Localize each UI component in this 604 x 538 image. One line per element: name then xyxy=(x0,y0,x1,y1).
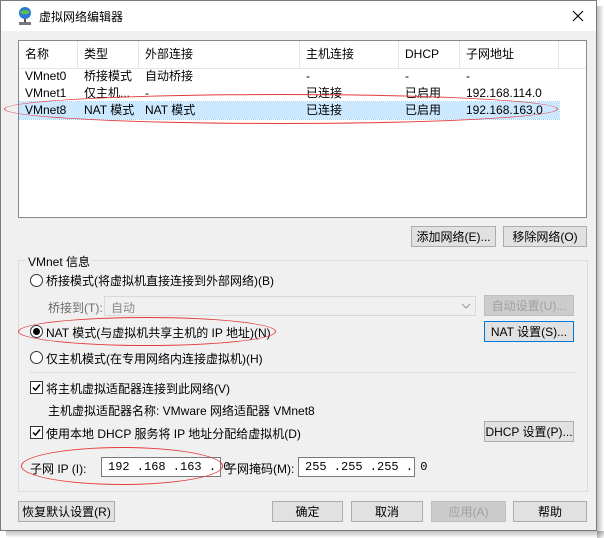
apply-button[interactable]: 应用(A) xyxy=(431,501,506,522)
subnet-ip-label: 子网 IP (I): xyxy=(30,462,87,476)
column-header-dhcp[interactable]: DHCP xyxy=(399,41,460,68)
cell-name: VMnet0 xyxy=(25,69,67,83)
subnet-ip-input[interactable]: 192 .168 .163 . 0 xyxy=(101,457,230,477)
column-header-type[interactable]: 类型 xyxy=(78,41,139,68)
checkmark-icon xyxy=(32,429,41,437)
list-header: 名称 类型 外部连接 主机连接 DHCP 子网地址 xyxy=(19,41,586,69)
close-icon xyxy=(572,10,584,22)
cell-name: VMnet1 xyxy=(25,86,67,100)
cell-external: 自动桥接 xyxy=(145,69,194,83)
cell-type: 仅主机... xyxy=(84,86,131,100)
adapter-name-text: 主机虚拟适配器名称: VMware 网络适配器 VMnet8 xyxy=(48,404,315,418)
window-title: 虚拟网络编辑器 xyxy=(39,10,124,24)
subnet-mask-input[interactable]: 255 .255 .255 . 0 xyxy=(298,457,427,477)
bridge-to-value: 自动 xyxy=(111,301,136,315)
cell-dhcp: 已启用 xyxy=(405,86,442,100)
remove-network-button[interactable]: 移除网络(O) xyxy=(503,226,587,247)
network-globe-icon xyxy=(19,7,31,25)
cell-external: - xyxy=(145,86,149,100)
chevron-down-icon xyxy=(461,303,471,309)
nat-mode-label[interactable]: NAT 模式(与虚拟机共享主机的 IP 地址)(N) xyxy=(46,324,271,341)
cell-type: NAT 模式 xyxy=(84,103,135,117)
connect-adapter-checkbox[interactable] xyxy=(30,381,43,394)
cell-name: VMnet8 xyxy=(25,103,67,117)
cancel-button[interactable]: 取消 xyxy=(351,501,423,522)
checkmark-icon xyxy=(32,384,41,392)
network-list[interactable]: 名称 类型 外部连接 主机连接 DHCP 子网地址 VMnet0 桥接模式 自动… xyxy=(18,40,587,218)
cell-subnet: 192.168.163.0 xyxy=(466,103,543,117)
cell-subnet: 192.168.114.0 xyxy=(466,86,542,100)
connect-adapter-label[interactable]: 将主机虚拟适配器连接到此网络(V) xyxy=(46,380,230,397)
use-dhcp-checkbox[interactable] xyxy=(30,426,43,439)
host-only-radio[interactable] xyxy=(30,351,43,364)
cell-host: 已连接 xyxy=(306,86,343,100)
title-bar: 虚拟网络编辑器 xyxy=(1,1,596,31)
column-header-subnet[interactable]: 子网地址 xyxy=(460,41,559,68)
nat-settings-button[interactable]: NAT 设置(S)... xyxy=(484,321,574,342)
subnet-mask-label: 子网掩码(M): xyxy=(225,462,295,476)
divider xyxy=(30,372,576,373)
bridge-mode-label[interactable]: 桥接模式(将虚拟机直接连接到外部网络)(B) xyxy=(46,272,274,289)
use-dhcp-label[interactable]: 使用本地 DHCP 服务将 IP 地址分配给虚拟机(D) xyxy=(46,425,301,442)
column-header-host[interactable]: 主机连接 xyxy=(300,41,399,68)
vmnet-info-label: VMnet 信息 xyxy=(26,253,93,270)
table-row[interactable]: VMnet1 仅主机... - 已连接 已启用 192.168.114.0 xyxy=(19,85,559,102)
cell-dhcp: 已启用 xyxy=(405,103,442,117)
close-button[interactable] xyxy=(560,1,596,31)
cell-subnet: - xyxy=(466,69,470,83)
column-header-external[interactable]: 外部连接 xyxy=(139,41,300,68)
cell-dhcp: - xyxy=(405,69,409,83)
auto-settings-button[interactable]: 自动设置(U)... xyxy=(484,295,574,316)
table-row[interactable]: VMnet0 桥接模式 自动桥接 - - - xyxy=(19,68,559,85)
help-button[interactable]: 帮助 xyxy=(513,501,587,522)
column-header-name[interactable]: 名称 xyxy=(19,41,78,68)
cell-host: 已连接 xyxy=(306,103,343,117)
virtual-network-editor-window: 虚拟网络编辑器 名称 类型 外部连接 主机连接 DHCP 子网地址 VMnet0… xyxy=(0,0,597,531)
cell-external: NAT 模式 xyxy=(145,103,196,117)
bridge-to-label: 桥接到(T): xyxy=(48,301,103,315)
add-network-button[interactable]: 添加网络(E)... xyxy=(411,226,496,247)
nat-mode-radio[interactable] xyxy=(30,325,43,338)
bridge-to-dropdown[interactable]: 自动 xyxy=(104,296,476,316)
dhcp-settings-button[interactable]: DHCP 设置(P)... xyxy=(484,421,574,442)
bridge-mode-radio[interactable] xyxy=(30,274,43,287)
restore-defaults-button[interactable]: 恢复默认设置(R) xyxy=(18,501,115,522)
cell-host: - xyxy=(306,69,310,83)
cell-type: 桥接模式 xyxy=(84,69,133,83)
table-row-selected[interactable]: VMnet8 NAT 模式 NAT 模式 已连接 已启用 192.168.163… xyxy=(19,101,560,120)
host-only-label[interactable]: 仅主机模式(在专用网络内连接虚拟机)(H) xyxy=(46,350,263,367)
ok-button[interactable]: 确定 xyxy=(272,501,343,522)
